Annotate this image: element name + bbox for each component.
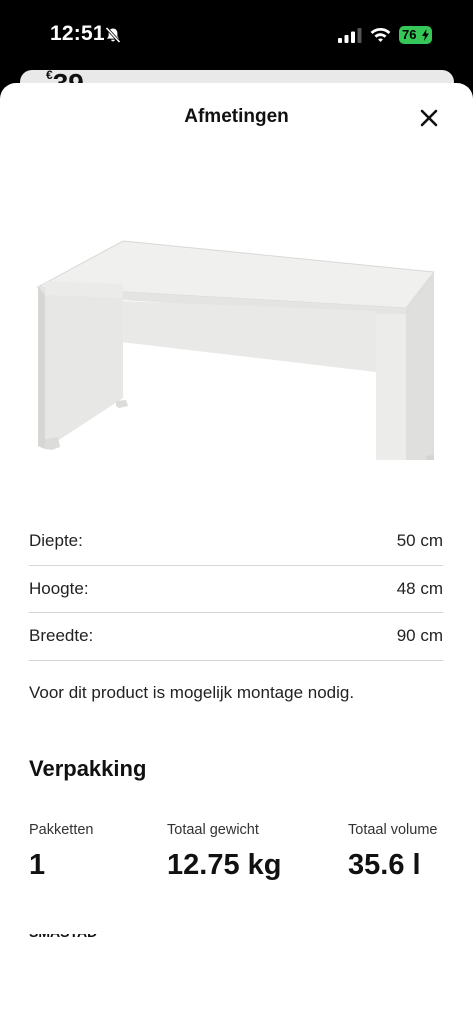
- battery-charging-icon: [422, 29, 429, 41]
- cut-off-product-name: SMÅSTAD: [29, 934, 97, 942]
- dimension-label: Diepte:: [29, 531, 83, 551]
- dimension-row-width: Breedte: 90 cm: [29, 613, 443, 661]
- dimensions-list: Diepte: 50 cm Hoogte: 48 cm Breedte: 90 …: [29, 518, 443, 661]
- wifi-icon: [370, 28, 391, 42]
- packaging-value: 1: [29, 849, 46, 881]
- packaging-value: 12.75 kg: [167, 849, 282, 881]
- dimension-row-depth: Diepte: 50 cm: [29, 518, 443, 566]
- battery-indicator: 76: [399, 26, 432, 44]
- dimension-label: Breedte:: [29, 626, 94, 646]
- dimension-value: 90 cm: [396, 626, 443, 646]
- signal-icon: [338, 28, 362, 43]
- assembly-note: Voor dit product is mogelijk montage nod…: [29, 683, 355, 702]
- bell-slash-icon: [105, 26, 121, 44]
- dimension-value: 48 cm: [396, 578, 443, 598]
- packaging-value: 35.6 l: [348, 849, 421, 881]
- close-icon: [420, 109, 438, 127]
- packaging-label: Totaal gewicht: [167, 822, 259, 838]
- status-bar: 12:51 76: [0, 0, 473, 70]
- status-time: 12:51: [50, 22, 105, 45]
- product-image: [36, 240, 435, 460]
- packaging-volume: Totaal volume 35.6 l: [348, 822, 437, 882]
- dimension-row-height: Hoogte: 48 cm: [29, 566, 443, 613]
- packaging-weight: Totaal gewicht 12.75 kg: [167, 822, 281, 882]
- close-button[interactable]: [412, 101, 446, 135]
- dimension-value: 50 cm: [396, 531, 443, 551]
- sheet-title: Afmetingen: [184, 106, 289, 127]
- packaging-packages: Pakketten 1: [29, 822, 94, 882]
- packaging-label: Totaal volume: [348, 822, 438, 838]
- packaging-title: Verpakking: [29, 756, 147, 781]
- packaging-label: Pakketten: [29, 822, 94, 838]
- dimension-label: Hoogte:: [29, 578, 89, 598]
- battery-level: 76: [402, 27, 417, 42]
